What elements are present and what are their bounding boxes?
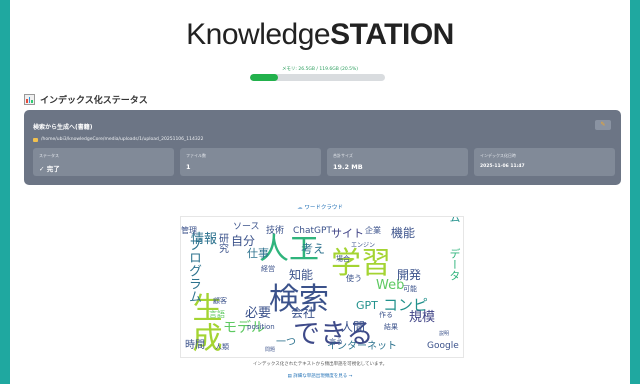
- index-status-panel: 検索から生成へ(書籍) ✎ /home/ubi3/knowledgeCore/m…: [24, 110, 621, 185]
- wordcloud-word: 仕事: [247, 247, 269, 260]
- word-frequency-link-text: 詳細な単語出現頻度を見る →: [293, 374, 353, 379]
- wordcloud-word: Google: [427, 341, 459, 351]
- section-header: インデックス化ステータス: [24, 93, 148, 106]
- wordcloud-header: ☁ ワードクラウド: [10, 203, 630, 211]
- wordcloud-word: 説明: [439, 330, 449, 337]
- wordcloud-word: サイト: [331, 227, 364, 240]
- file-count-value: 1: [186, 163, 191, 171]
- wordcloud-word: 時間: [185, 339, 205, 351]
- list-icon: ▤: [287, 374, 292, 379]
- bar-chart-icon: [24, 94, 35, 105]
- wordcloud-word: 機能: [391, 225, 415, 240]
- total-size-card: 合計サイズ 19.2 MB: [327, 148, 468, 176]
- card-label: インデックス化日時: [480, 153, 516, 158]
- memory-usage-bar: [250, 74, 385, 81]
- panel-title: 検索から生成へ(書籍): [33, 124, 93, 131]
- wordcloud-word: ゲーム: [448, 217, 461, 223]
- wordcloud-word: 経営: [261, 264, 275, 273]
- memory-usage-label: メモリ: 26.5GB / 119.6GB (20.5%): [281, 67, 359, 72]
- wordcloud-word: 使う: [346, 273, 362, 283]
- upload-path-text: /home/ubi3/knowledgeCore/media/uploads/1…: [41, 137, 204, 142]
- wordcloud-word: 知能: [289, 268, 313, 282]
- wordcloud-word: プログラム: [186, 238, 202, 303]
- indexed-at-card: インデックス化日時 2025-11-06 11:47: [474, 148, 615, 176]
- wordcloud-word: 一つ: [276, 337, 296, 348]
- edit-button[interactable]: ✎: [595, 120, 611, 130]
- wordcloud-word: 会社: [291, 305, 315, 320]
- card-label: 合計サイズ: [333, 153, 353, 158]
- wordcloud-caption: インデックス化されたテキストから頻出単語を可視化しています。: [252, 362, 388, 367]
- wordcloud-word: 規模: [409, 310, 435, 325]
- wordcloud-word: 人類: [215, 342, 229, 351]
- wordcloud-word: 作る: [379, 310, 393, 319]
- wordcloud-word: 自分: [231, 234, 255, 248]
- wordcloud-word: 研究: [217, 233, 229, 253]
- section-title: インデックス化ステータス: [40, 96, 148, 106]
- wordcloud-title: ワードクラウド: [304, 205, 343, 211]
- wordcloud-word: 顧客: [213, 296, 227, 305]
- status-cards: ステータス ✓ 完了 ファイル数 1 合計サイズ 19.2 MB インデックス化…: [33, 148, 615, 176]
- upload-path: /home/ubi3/knowledgeCore/media/uploads/1…: [33, 137, 203, 142]
- app-logo[interactable]: KnowledgeSTATION: [10, 18, 630, 52]
- wordcloud-word: 問題: [265, 347, 275, 353]
- wordcloud-word: エンジン: [351, 242, 375, 249]
- wordcloud-word: データ: [448, 247, 461, 281]
- card-label: ステータス: [39, 153, 59, 158]
- wordcloud-word: ChatGPT: [293, 226, 332, 236]
- wordcloud-word: 可能: [403, 284, 417, 293]
- wordcloud-image: 生成 検索 学習 人工 できる 知能 情報 自分 仕事 考え サイト 機能 プログラム Web 開発 コンピ G…: [180, 216, 464, 358]
- wordcloud-word: position: [247, 323, 275, 331]
- wordcloud-word: ソース: [233, 222, 260, 232]
- cloud-icon: ☁: [297, 205, 303, 211]
- wordcloud-word: 言語: [209, 309, 225, 319]
- wordcloud-word: 言う: [329, 337, 343, 346]
- wordcloud-word: 技術: [266, 224, 284, 236]
- total-size-value: 19.2 MB: [333, 163, 363, 171]
- status-value: ✓ 完了: [39, 165, 60, 173]
- wordcloud-word: 人間: [341, 320, 365, 334]
- wordcloud-word: 場合: [336, 254, 350, 263]
- wordcloud-word: 企業: [365, 225, 381, 235]
- wordcloud-canvas: 生成 検索学習人工できる知能情報 自分仕事 考えサイト 機能プログラム Web開発コンピG…: [181, 217, 461, 353]
- indexed-at-value: 2025-11-06 11:47: [480, 164, 525, 169]
- wordcloud-word: GPT: [356, 299, 378, 312]
- folder-icon: [33, 137, 38, 142]
- file-count-card: ファイル数 1: [180, 148, 321, 176]
- status-card: ステータス ✓ 完了: [33, 148, 174, 176]
- main-page: KnowledgeSTATION メモリ: 26.5GB / 119.6GB (…: [10, 0, 630, 384]
- wordcloud-word: 必要: [245, 306, 271, 321]
- wordcloud-word: 開発: [397, 268, 421, 282]
- memory-usage-fill: [250, 74, 278, 81]
- word-frequency-link[interactable]: ▤ 詳細な単語出現頻度を見る →: [10, 373, 630, 379]
- wordcloud-word: 結果: [384, 322, 398, 331]
- card-label: ファイル数: [186, 153, 206, 158]
- pencil-icon: ✎: [600, 121, 606, 128]
- wordcloud-word: 管理: [181, 225, 197, 235]
- wordcloud-word: 考え: [301, 242, 325, 256]
